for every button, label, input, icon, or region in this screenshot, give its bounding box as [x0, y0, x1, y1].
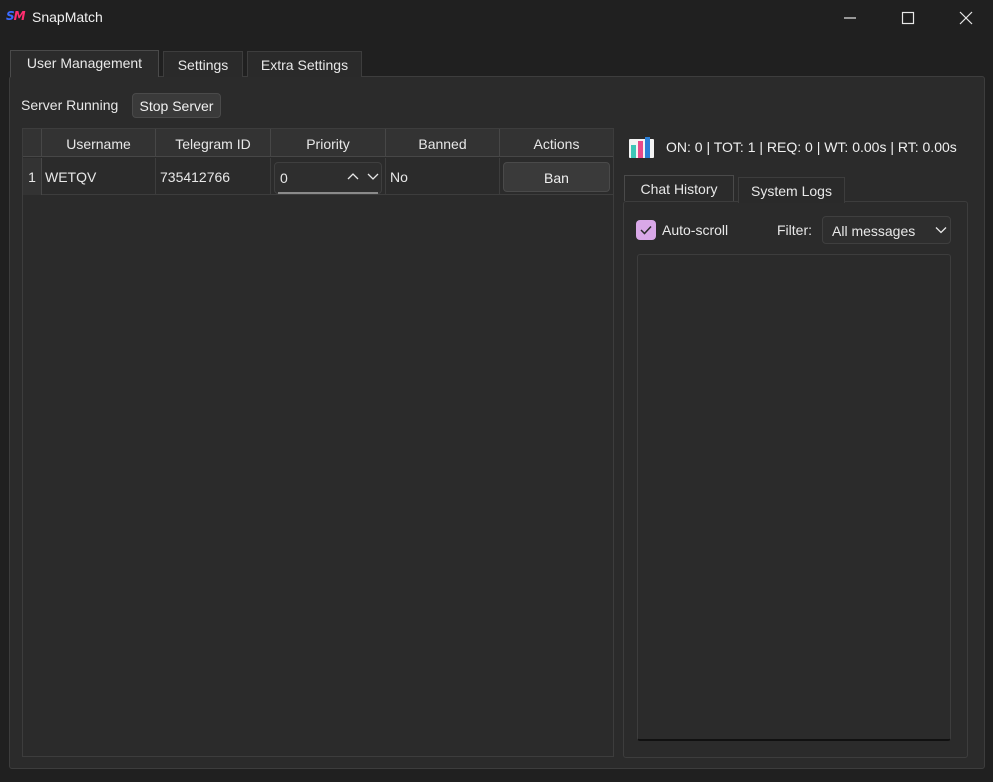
window-title: SnapMatch: [32, 9, 103, 25]
app-logo-icon: SM: [6, 9, 26, 23]
row-number[interactable]: 1: [23, 158, 42, 195]
cell-banned[interactable]: No: [386, 158, 500, 195]
users-table: [22, 128, 614, 757]
bar-chart-icon: [629, 137, 654, 158]
stop-server-button[interactable]: Stop Server: [132, 93, 221, 118]
maximize-button[interactable]: [879, 0, 937, 36]
tab-extra-settings[interactable]: Extra Settings: [247, 51, 362, 77]
chat-log-area[interactable]: [637, 254, 951, 741]
autoscroll-label[interactable]: Auto-scroll: [662, 222, 728, 238]
stepper-focus-underline: [278, 192, 378, 194]
minimize-button[interactable]: [821, 0, 879, 36]
minimize-icon: [844, 17, 856, 19]
column-header-priority[interactable]: Priority: [271, 129, 386, 157]
close-icon: [959, 11, 973, 25]
autoscroll-checkbox[interactable]: [636, 220, 656, 240]
priority-value[interactable]: 0: [280, 170, 288, 186]
filter-label: Filter:: [777, 222, 812, 238]
cell-username[interactable]: WETQV: [42, 158, 156, 195]
tab-system-logs[interactable]: System Logs: [738, 177, 845, 203]
column-header-telegram-id[interactable]: Telegram ID: [156, 129, 271, 157]
server-stats: ON: 0 | TOT: 1 | REQ: 0 | WT: 0.00s | RT…: [666, 139, 957, 155]
column-header-actions[interactable]: Actions: [500, 129, 613, 157]
cell-telegram-id[interactable]: 735412766: [156, 158, 271, 195]
checkmark-icon: [640, 225, 652, 235]
close-button[interactable]: [937, 0, 993, 36]
table-corner[interactable]: [23, 129, 42, 157]
chevron-down-icon[interactable]: [934, 226, 948, 235]
tab-chat-history[interactable]: Chat History: [624, 175, 734, 201]
title-bar: SM SnapMatch: [0, 0, 993, 36]
column-header-banned[interactable]: Banned: [386, 129, 500, 157]
server-status-label: Server Running: [21, 97, 119, 113]
maximize-icon: [901, 11, 915, 25]
column-header-username[interactable]: Username: [42, 129, 156, 157]
tab-settings[interactable]: Settings: [163, 51, 243, 77]
chevron-up-icon[interactable]: [346, 170, 360, 182]
filter-dropdown[interactable]: All messages: [822, 216, 951, 244]
tab-user-management[interactable]: User Management: [10, 50, 159, 77]
ban-button[interactable]: Ban: [503, 162, 610, 192]
chevron-down-icon[interactable]: [366, 170, 380, 182]
